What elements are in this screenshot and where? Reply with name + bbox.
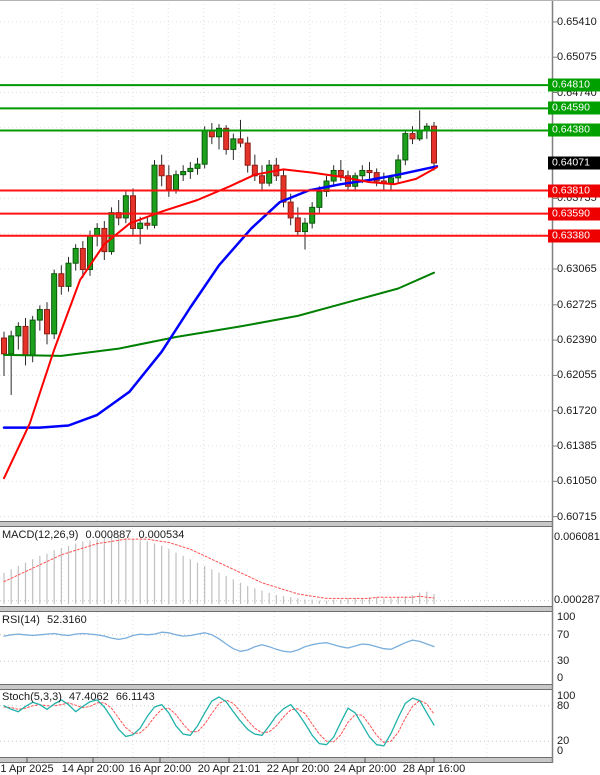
candle (73, 248, 78, 263)
candle (267, 165, 272, 183)
candle (174, 175, 179, 190)
candle (195, 164, 200, 168)
candle (166, 176, 171, 190)
trading-chart-window: MACD(12,26,9) 0.000887 0.000534 RSI(14) … (0, 0, 600, 775)
candle (317, 192, 322, 208)
candle (245, 143, 250, 165)
grid-layer (0, 0, 552, 757)
candle (181, 172, 186, 175)
candle (310, 207, 315, 223)
candle (432, 126, 437, 163)
candle (231, 139, 236, 150)
candle (202, 130, 207, 164)
macd-layer (0, 537, 552, 604)
candle (238, 139, 243, 143)
candles-layer (2, 110, 437, 394)
candle (417, 130, 422, 138)
candle (9, 336, 14, 354)
candle (30, 320, 35, 355)
candle (16, 326, 21, 335)
candle (52, 274, 57, 334)
candle (95, 228, 100, 235)
candle (410, 134, 415, 139)
candle (145, 223, 150, 225)
candle (80, 248, 85, 269)
candle (66, 263, 71, 286)
candle (109, 213, 114, 252)
candle (288, 202, 293, 218)
candle (138, 223, 143, 228)
candle (23, 326, 28, 354)
candle (45, 310, 50, 334)
candle (338, 170, 343, 175)
candle (260, 176, 265, 183)
candle (295, 218, 300, 232)
candle (2, 338, 7, 354)
candle (281, 176, 286, 202)
candle (59, 274, 64, 287)
candle (367, 170, 372, 172)
candle (224, 128, 229, 149)
candle (37, 310, 42, 321)
price-axis (0, 0, 600, 775)
candle (188, 168, 193, 171)
rsi-layer (0, 632, 552, 661)
candle (389, 178, 394, 183)
candle (303, 223, 308, 231)
chart-canvas[interactable] (0, 0, 600, 775)
stoch-layer (0, 697, 552, 746)
candle (152, 165, 157, 225)
candle (403, 134, 408, 160)
candle (159, 165, 164, 176)
candle (360, 170, 365, 175)
